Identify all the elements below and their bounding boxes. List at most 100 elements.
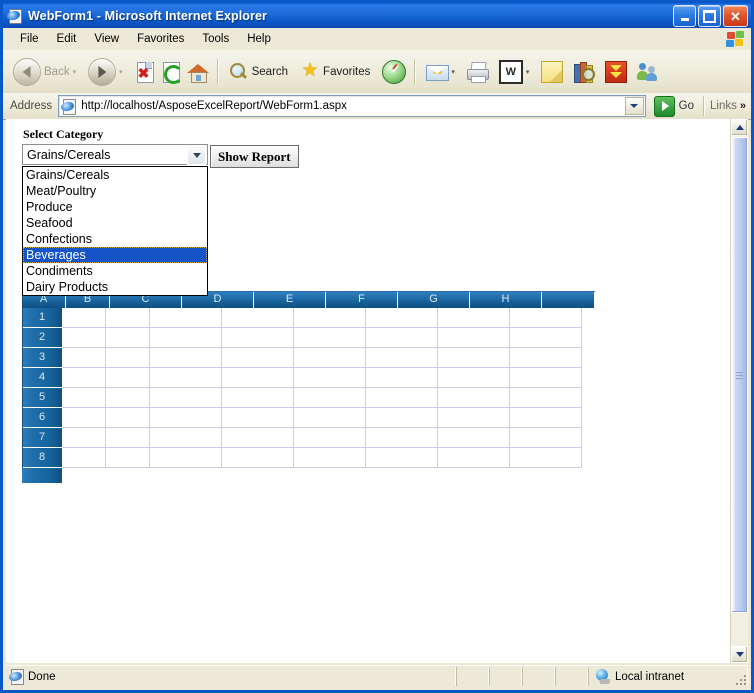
grid-cell[interactable]	[510, 448, 582, 468]
grid-cell[interactable]	[294, 328, 366, 348]
grid-cell[interactable]	[510, 308, 582, 328]
grid-cell[interactable]	[106, 428, 150, 448]
grid-cell[interactable]	[222, 388, 294, 408]
grid-cell[interactable]	[62, 308, 106, 328]
windows-flag-icon[interactable]	[723, 29, 745, 49]
grid-cell[interactable]	[62, 328, 106, 348]
grid-cell[interactable]	[438, 428, 510, 448]
chevron-down-icon[interactable]	[187, 146, 206, 165]
grid-cell[interactable]	[438, 448, 510, 468]
grid-cell[interactable]	[222, 308, 294, 328]
scrollbar-thumb[interactable]	[731, 137, 748, 613]
edit-dropdown-icon[interactable]: ▾	[526, 68, 530, 76]
grid-cell[interactable]	[366, 428, 438, 448]
grid-cell[interactable]	[366, 368, 438, 388]
scroll-down-icon[interactable]	[731, 646, 748, 663]
grid-row-header[interactable]: 2	[22, 328, 62, 348]
close-button[interactable]: ✕	[723, 5, 748, 27]
grid-cell[interactable]	[62, 448, 106, 468]
mail-button[interactable]: ▾	[424, 56, 457, 88]
edit-word-button[interactable]: W ▾	[497, 56, 532, 88]
grid-cell[interactable]	[62, 348, 106, 368]
grid-cell[interactable]	[150, 368, 222, 388]
grid-cell[interactable]	[222, 368, 294, 388]
grid-cell[interactable]	[150, 308, 222, 328]
grid-cell[interactable]	[106, 328, 150, 348]
grid-cell[interactable]	[366, 348, 438, 368]
grid-cell[interactable]	[150, 328, 222, 348]
grid-cell[interactable]	[294, 428, 366, 448]
stop-button[interactable]: ✖	[133, 56, 157, 88]
grid-cell[interactable]	[438, 348, 510, 368]
dropdown-option[interactable]: Grains/Cereals	[23, 167, 207, 183]
address-dropdown-button[interactable]	[624, 97, 644, 115]
go-button[interactable]: Go	[650, 95, 698, 117]
refresh-button[interactable]	[159, 56, 183, 88]
grid-cell[interactable]	[62, 428, 106, 448]
grid-cell[interactable]	[294, 448, 366, 468]
toolbar-overflow-chevron-icon[interactable]: »	[740, 100, 746, 112]
grid-cell[interactable]	[510, 368, 582, 388]
grid-cell[interactable]	[438, 368, 510, 388]
menu-item-edit[interactable]: Edit	[49, 31, 85, 47]
download-manager-button[interactable]	[603, 56, 629, 88]
grid-cell[interactable]	[150, 408, 222, 428]
minimize-button[interactable]	[673, 5, 696, 27]
dropdown-option[interactable]: Produce	[23, 199, 207, 215]
home-button[interactable]	[185, 56, 211, 88]
grid-cell[interactable]	[150, 388, 222, 408]
grid-cell[interactable]	[222, 448, 294, 468]
grid-column-header[interactable]: E	[254, 292, 326, 308]
messenger-button[interactable]	[635, 56, 661, 88]
grid-cell[interactable]	[366, 448, 438, 468]
note-button[interactable]	[539, 56, 565, 88]
menu-item-file[interactable]: File	[12, 31, 47, 47]
grid-column-header[interactable]	[542, 292, 595, 308]
grid-cell[interactable]	[294, 308, 366, 328]
grid-column-header[interactable]: F	[326, 292, 398, 308]
back-dropdown-icon[interactable]: ▾	[73, 68, 77, 76]
grid-cell[interactable]	[150, 428, 222, 448]
maximize-button[interactable]	[698, 5, 721, 27]
favorites-button[interactable]: ★ Favorites	[298, 56, 372, 88]
page-vertical-scrollbar[interactable]	[730, 119, 748, 663]
grid-cell[interactable]	[438, 308, 510, 328]
grid-cell[interactable]	[366, 308, 438, 328]
grid-cell[interactable]	[438, 328, 510, 348]
back-button[interactable]: Back ▾	[5, 56, 78, 88]
history-button[interactable]	[380, 56, 408, 88]
grid-row-header[interactable]: 4	[22, 368, 62, 388]
category-combobox[interactable]: Grains/Cereals	[22, 144, 208, 165]
grid-row-header[interactable]: 6	[22, 408, 62, 428]
mail-dropdown-icon[interactable]: ▾	[451, 68, 455, 76]
grid-cell[interactable]	[294, 408, 366, 428]
grid-cell[interactable]	[106, 348, 150, 368]
grid-cell[interactable]	[438, 408, 510, 428]
grid-cell[interactable]	[62, 388, 106, 408]
grid-cell[interactable]	[222, 328, 294, 348]
grid-row-header-partial[interactable]	[22, 468, 62, 484]
menu-item-help[interactable]: Help	[239, 31, 279, 47]
grid-cell[interactable]	[222, 408, 294, 428]
grid-cell[interactable]	[222, 348, 294, 368]
grid-cell[interactable]	[150, 348, 222, 368]
grid-cell[interactable]	[438, 388, 510, 408]
grid-cell[interactable]	[106, 388, 150, 408]
grid-cell[interactable]	[106, 368, 150, 388]
grid-row-header[interactable]: 7	[22, 428, 62, 448]
grid-row-header[interactable]: 8	[22, 448, 62, 468]
grid-cell[interactable]	[510, 328, 582, 348]
scroll-up-icon[interactable]	[731, 119, 748, 136]
menu-item-favorites[interactable]: Favorites	[129, 31, 192, 47]
grid-cell[interactable]	[294, 388, 366, 408]
dropdown-option[interactable]: Seafood	[23, 215, 207, 231]
dropdown-option[interactable]: Beverages	[23, 247, 207, 263]
search-button[interactable]: Search	[227, 56, 290, 88]
grid-cell[interactable]	[366, 328, 438, 348]
show-report-button[interactable]: Show Report	[210, 145, 299, 168]
address-input[interactable]: http://localhost/AsposeExcelReport/WebFo…	[58, 95, 646, 117]
grid-row-header[interactable]: 1	[22, 308, 62, 328]
dropdown-option[interactable]: Confections	[23, 231, 207, 247]
grid-cell[interactable]	[294, 368, 366, 388]
grid-cell[interactable]	[510, 348, 582, 368]
